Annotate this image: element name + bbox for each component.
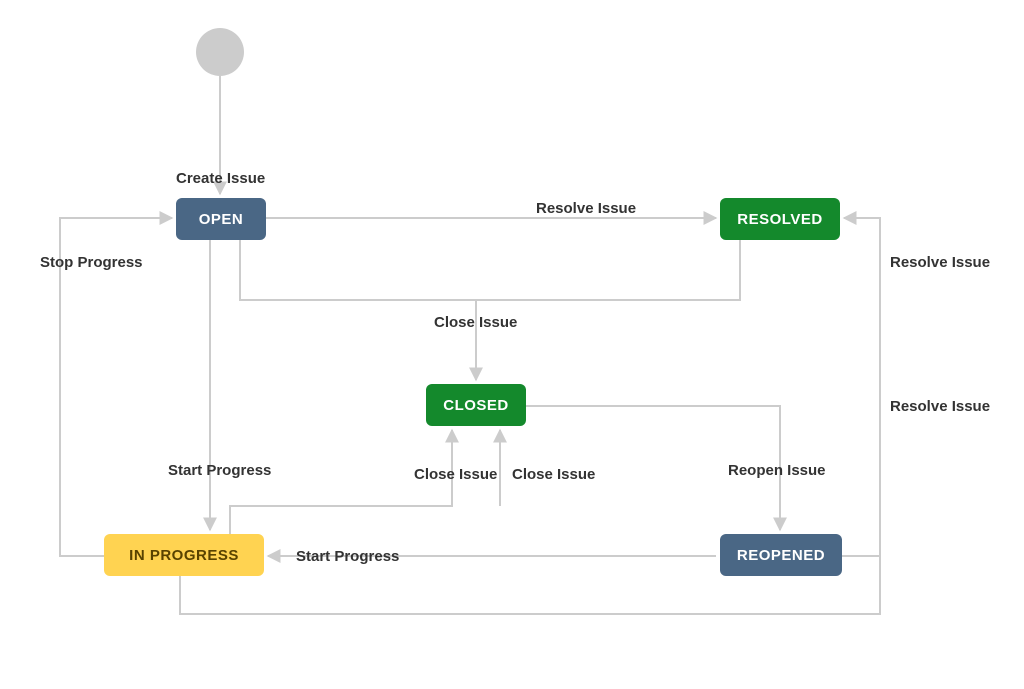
- state-closed-label: CLOSED: [443, 397, 509, 414]
- label-close-resolved: Close Issue: [512, 466, 595, 483]
- state-in-progress-label: IN PROGRESS: [129, 547, 239, 564]
- state-in-progress: IN PROGRESS: [104, 534, 264, 576]
- state-resolved: RESOLVED: [720, 198, 840, 240]
- workflow-diagram: OPEN RESOLVED CLOSED IN PROGRESS REOPENE…: [0, 0, 1024, 689]
- edge-resolve-reopened: [842, 218, 880, 556]
- edge-close-merge-horizontal: [240, 240, 740, 300]
- label-close-inprogress: Close Issue: [414, 466, 497, 483]
- label-resolve-open: Resolve Issue: [536, 200, 636, 217]
- label-start-progress-reopened: Start Progress: [296, 548, 399, 565]
- label-start-progress-open: Start Progress: [168, 462, 271, 479]
- label-create-issue: Create Issue: [176, 170, 265, 187]
- state-open-label: OPEN: [199, 211, 244, 228]
- label-close-open: Close Issue: [434, 314, 517, 331]
- state-open: OPEN: [176, 198, 266, 240]
- edges-layer: [0, 0, 1024, 689]
- state-closed: CLOSED: [426, 384, 526, 426]
- label-stop-progress: Stop Progress: [40, 254, 143, 271]
- initial-state-dot: [196, 28, 244, 76]
- state-reopened: REOPENED: [720, 534, 842, 576]
- label-reopen-issue: Reopen Issue: [728, 462, 826, 479]
- label-resolve-inprogress: Resolve Issue: [890, 254, 990, 271]
- state-reopened-label: REOPENED: [737, 547, 825, 564]
- label-resolve-reopened: Resolve Issue: [890, 398, 990, 415]
- state-resolved-label: RESOLVED: [737, 211, 822, 228]
